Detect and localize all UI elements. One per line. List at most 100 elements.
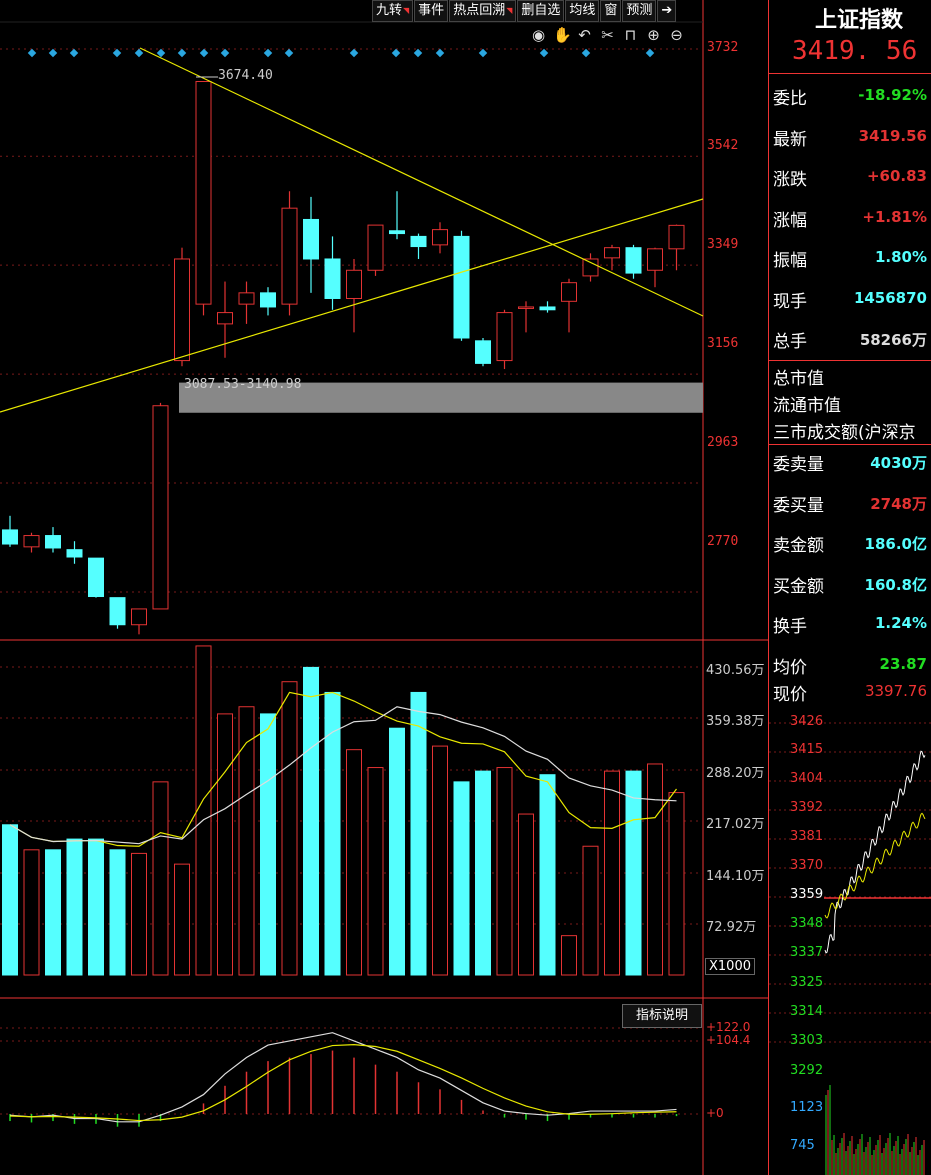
volume-ma10-line [9,706,677,845]
undo-icon[interactable]: ↶ [576,26,593,44]
candle-body [389,230,405,235]
quote-value: 1456870 [853,288,927,307]
forecast-button[interactable]: 预测 [622,0,657,22]
candle-body [152,405,169,610]
candle-body [539,306,556,311]
mini-axis-tick: 3381 [790,829,824,844]
quote-label: 振幅 [773,251,807,271]
scissors-icon[interactable]: ✂ [599,26,616,44]
kline-chart[interactable] [0,0,768,1175]
mini-axis-tick: 3292 [790,1063,824,1078]
candle-body [367,224,384,271]
quote2-value: 23.87 [879,654,927,673]
quote-row: 最新 3419.56 [773,125,931,155]
mini-axis-tick: 3404 [790,771,824,786]
candle-body [23,535,40,548]
zone-annotation: 3087.53-3140.98 [184,377,302,392]
volume-bar [389,727,405,976]
quote-label: 涨跌 [773,170,807,190]
lock-icon[interactable]: ⊓ [622,26,639,44]
volume-tick: 288.20万 [706,766,765,781]
current-price-row: 现价 3397.76 [773,680,931,710]
eye-icon[interactable]: ◉ [530,26,547,44]
mini-axis-tick: 3426 [790,714,824,729]
mini-axis-tick: 3370 [790,858,824,873]
quote-row: 涨跌 +60.83 [773,165,931,195]
export-arrow-icon[interactable]: ➔ [657,0,677,22]
signal-diamond [391,48,401,58]
candle-body [625,247,642,274]
quote2-label: 委卖量 [773,455,824,475]
jiuzhuan-button[interactable]: 九转◥ [372,0,414,22]
macd-dif-line [9,1032,677,1123]
mini-axis-tick: 1123 [790,1100,824,1115]
chart-tool-icons: ◉ ✋ ↶ ✂ ⊓ ⊕ ⊖ [530,26,685,44]
quote-label: 涨幅 [773,210,807,231]
signal-diamond [645,48,655,58]
index-name: 上证指数 [815,7,904,33]
candle-body [174,258,190,362]
turnover-label: 三市成交额(沪深京 [773,423,916,443]
candle-body [238,292,255,305]
volume-bar [195,645,212,976]
volume-bar [324,691,341,976]
hot-review-button[interactable]: 热点回溯◥ [449,0,517,22]
candle-body [217,312,233,325]
quote-value: +1.81% [862,207,927,226]
candle-body [453,235,470,339]
quote-label: 委比 [773,89,807,109]
signal-diamond [134,48,144,58]
macd-dea-line [9,1043,677,1122]
volume-bar [281,681,298,976]
current-price-value: 3397.76 [864,682,927,700]
volume-tick: 217.02万 [706,817,765,832]
candle-body [45,535,61,549]
chart-toolbar: 九转◥ 事件 热点回溯◥ 删自选 均线 窗 预测 ➔ [371,0,677,22]
remove-watchlist-button[interactable]: 删自选 [517,0,565,22]
quote2-label: 买金额 [773,576,824,597]
candle-body [260,292,276,308]
volume-bar [604,770,620,976]
quote2-row: 均价 23.87 [773,653,931,683]
volume-bar [346,749,362,976]
signal-diamond [349,48,359,58]
volume-bar [410,691,427,976]
candle-body [66,549,83,558]
zoom-in-icon[interactable]: ⊕ [645,26,662,44]
volume-bar [88,838,104,976]
high-annotation: 3674.40 [218,68,273,83]
trend-line-down [139,47,704,317]
macd-tick: +122.0 [706,1020,751,1034]
volume-unit-badge[interactable]: X1000 [705,958,755,975]
mini-axis-tick: 745 [790,1138,815,1153]
quote2-value: 160.8亿 [864,575,927,594]
volume-bar [539,774,556,976]
volume-bar [561,935,577,976]
signal-diamond [177,48,187,58]
window-button[interactable]: 窗 [600,0,622,22]
quote-value: 1.80% [874,248,927,266]
quote2-label: 均价 [773,657,807,678]
signal-diamond [435,48,445,58]
volume-tick: 430.56万 [706,663,765,678]
candle-body [475,340,491,364]
signal-diamond [220,48,230,58]
hand-icon[interactable]: ✋ [553,26,572,44]
trend-line-up [0,198,704,413]
ma-button[interactable]: 均线 [565,0,600,22]
events-button[interactable]: 事件 [414,0,449,22]
volume-bar [453,781,470,976]
candle-body [195,81,212,305]
candle-body [88,557,104,598]
quote-label: 总手 [773,332,807,352]
quote2-row: 委买量 2748万 [773,491,931,521]
quote2-value: 1.24% [874,614,927,632]
quote-value: -18.92% [858,86,927,104]
quote-value: 3419.56 [858,126,927,145]
candle-body [561,282,577,302]
candle-body [324,258,341,299]
volume-bar [109,849,126,976]
price-tick: 3542 [707,138,739,153]
indicator-help-button[interactable]: 指标说明 [622,1004,702,1028]
zoom-out-icon[interactable]: ⊖ [668,26,685,44]
